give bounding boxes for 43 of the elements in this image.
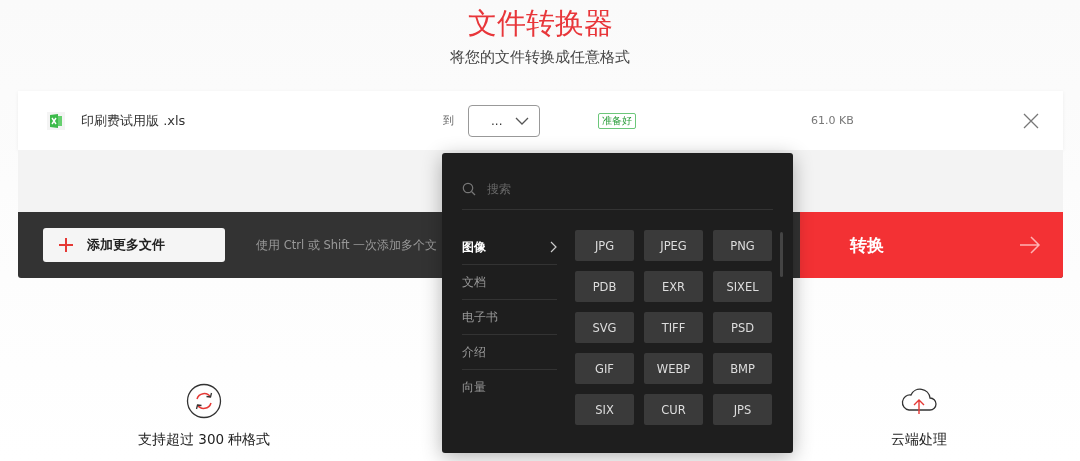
category-item[interactable]: 电子书 xyxy=(462,300,557,335)
close-button[interactable] xyxy=(1023,112,1039,129)
hint-text: 使用 Ctrl 或 Shift 一次添加多个文 xyxy=(256,237,438,253)
format-option[interactable]: JPS xyxy=(713,394,772,425)
format-option[interactable]: CUR xyxy=(644,394,703,425)
to-label: 到 xyxy=(443,113,455,128)
feature-label: 支持超过 300 种格式 xyxy=(138,431,271,449)
file-size: 61.0 KB xyxy=(811,114,854,127)
file-name: 印刷费试用版 .xls xyxy=(81,111,186,130)
add-files-button[interactable]: 添加更多文件 xyxy=(43,228,225,262)
format-option[interactable]: EXR xyxy=(644,271,703,302)
arrow-right-icon xyxy=(1019,236,1041,254)
format-option[interactable]: TIFF xyxy=(644,312,703,343)
chevron-down-icon xyxy=(515,116,529,125)
format-select[interactable]: ... xyxy=(468,104,540,137)
category-item[interactable]: 介绍 xyxy=(462,335,557,370)
close-icon xyxy=(1023,112,1039,129)
search-field[interactable]: 搜索 xyxy=(485,181,689,197)
format-option[interactable]: SVG xyxy=(575,312,634,343)
format-option[interactable]: WEBP xyxy=(644,353,703,384)
search-icon xyxy=(462,182,476,196)
scrollbar xyxy=(780,232,783,277)
status-badge: 准备好 xyxy=(598,112,636,129)
category-item[interactable]: 图像 xyxy=(462,230,557,265)
plus-icon xyxy=(59,238,73,252)
category-item[interactable]: 文档 xyxy=(462,265,557,300)
feature-label: 云端处理 xyxy=(891,431,947,449)
spreadsheet-icon xyxy=(45,109,67,132)
format-option[interactable]: BMP xyxy=(713,353,772,384)
category-item[interactable]: 向量 xyxy=(462,370,557,404)
format-option[interactable]: JPEG xyxy=(644,230,703,261)
page-title: 文件转换器 xyxy=(467,5,613,42)
convert-button[interactable]: 转换 xyxy=(800,212,1063,278)
format-option[interactable]: GIF xyxy=(575,353,634,384)
format-option[interactable]: SIXEL xyxy=(713,271,772,302)
refresh-icon xyxy=(186,383,223,419)
format-option[interactable]: PDB xyxy=(575,271,634,302)
format-option[interactable]: JPG xyxy=(575,230,634,261)
format-option[interactable]: PSD xyxy=(713,312,772,343)
page-subtitle: 将您的文件转换成任意格式 xyxy=(450,48,630,67)
chevron-right-icon xyxy=(550,241,557,253)
format-option[interactable]: PNG xyxy=(713,230,772,261)
format-option[interactable]: SIX xyxy=(575,394,634,425)
